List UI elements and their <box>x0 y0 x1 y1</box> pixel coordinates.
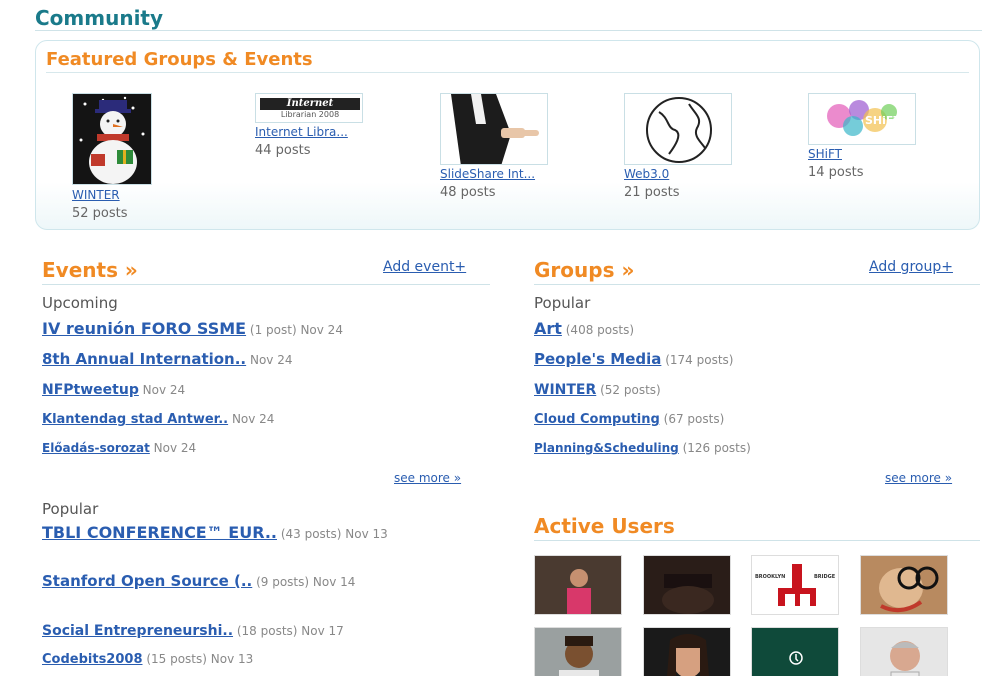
event-meta: (9 posts) Nov 14 <box>256 575 356 589</box>
event-link[interactable]: Social Entrepreneurshi.. <box>42 623 233 639</box>
event-meta: Nov 24 <box>153 441 197 455</box>
event-item[interactable]: 8th Annual Internation.. Nov 24 <box>42 350 292 368</box>
event-link[interactable]: TBLI CONFERENCE™ EUR.. <box>42 523 277 542</box>
add-group-link[interactable]: Add group+ <box>869 259 953 275</box>
event-item[interactable]: Social Entrepreneurshi.. (18 posts) Nov … <box>42 623 344 639</box>
popular-groups-label: Popular <box>534 294 591 312</box>
event-item[interactable]: Klantendag stad Antwer.. Nov 24 <box>42 412 274 427</box>
featured-item-name[interactable]: SlideShare Int... <box>440 167 535 181</box>
community-title: Community <box>35 6 164 30</box>
user-avatar-5[interactable] <box>534 627 622 676</box>
active-users-title: Active Users <box>534 514 675 538</box>
user-avatar-1[interactable] <box>534 555 622 615</box>
event-meta: (1 post) Nov 24 <box>249 323 343 337</box>
group-meta: (174 posts) <box>665 353 734 367</box>
brooklyn-bridge-avatar[interactable]: BROOKLYN BRIDGE <box>751 555 839 615</box>
group-link[interactable]: WINTER <box>534 382 596 398</box>
event-link[interactable]: NFPtweetup <box>42 382 139 398</box>
event-link[interactable]: Előadás-sorozat <box>42 441 150 455</box>
featured-item-count: 44 posts <box>255 143 311 158</box>
featured-item-name[interactable]: Internet Libra... <box>255 125 348 139</box>
community-divider <box>35 30 982 31</box>
featured-item-web3[interactable]: Web3.0 21 posts <box>624 93 764 203</box>
featured-item-winter[interactable]: WINTER 52 posts <box>72 93 212 223</box>
upcoming-label: Upcoming <box>42 294 118 312</box>
user-avatar-6[interactable] <box>643 627 731 676</box>
internet-librarian-logo[interactable]: Internet Librarian 2008 <box>255 93 363 123</box>
event-meta: Nov 24 <box>231 412 275 426</box>
group-link[interactable]: Planning&Scheduling <box>534 441 679 455</box>
shift-splash-logo[interactable]: SHiFT <box>808 93 916 145</box>
group-item[interactable]: Art (408 posts) <box>534 319 634 338</box>
logo-text: SHiFT <box>865 114 901 127</box>
event-meta: (43 posts) Nov 13 <box>280 527 388 541</box>
event-link[interactable]: Klantendag stad Antwer.. <box>42 412 228 427</box>
group-meta: (126 posts) <box>682 441 751 455</box>
group-meta: (52 posts) <box>600 383 661 397</box>
event-item[interactable]: TBLI CONFERENCE™ EUR.. (43 posts) Nov 13 <box>42 525 482 542</box>
featured-item-count: 48 posts <box>440 185 496 200</box>
event-link[interactable]: 8th Annual Internation.. <box>42 350 246 368</box>
group-item[interactable]: WINTER (52 posts) <box>534 382 661 398</box>
bridge-text: BRIDGE <box>814 574 836 580</box>
featured-item-name[interactable]: WINTER <box>72 188 120 202</box>
popular-events-label: Popular <box>42 500 99 518</box>
brooklyn-text: BROOKLYN <box>755 574 786 580</box>
handshake-image[interactable] <box>440 93 548 165</box>
event-meta: Nov 24 <box>249 353 293 367</box>
group-link[interactable]: Art <box>534 319 562 338</box>
logo-bottom-text: Librarian 2008 <box>280 110 340 119</box>
group-meta: (408 posts) <box>565 323 634 337</box>
active-users-divider <box>534 540 980 541</box>
globe-image[interactable] <box>624 93 732 165</box>
featured-item-internet-librarian[interactable]: Internet Librarian 2008 Internet Libra..… <box>255 93 395 173</box>
featured-item-name[interactable]: SHiFT <box>808 147 842 161</box>
events-title-link[interactable]: Events » <box>42 258 138 282</box>
groups-see-more-link[interactable]: see more » <box>885 471 952 485</box>
add-event-link[interactable]: Add event+ <box>383 259 466 275</box>
event-item[interactable]: Stanford Open Source (.. (9 posts) Nov 1… <box>42 574 482 590</box>
events-divider <box>42 284 490 285</box>
events-see-more-link[interactable]: see more » <box>394 471 461 485</box>
event-link[interactable]: Stanford Open Source (.. <box>42 572 252 590</box>
event-item[interactable]: NFPtweetup Nov 24 <box>42 382 185 398</box>
group-item[interactable]: Planning&Scheduling (126 posts) <box>534 441 751 455</box>
featured-groups-panel: Featured Groups & Events WINTER 52 posts <box>35 40 980 230</box>
user-avatar-7[interactable] <box>751 627 839 676</box>
featured-item-count: 14 posts <box>808 165 864 180</box>
featured-divider <box>46 72 969 73</box>
group-meta: (67 posts) <box>663 412 725 426</box>
featured-title: Featured Groups & Events <box>46 49 313 70</box>
group-item[interactable]: Cloud Computing (67 posts) <box>534 412 724 427</box>
group-link[interactable]: People's Media <box>534 350 661 368</box>
event-meta: Nov 24 <box>142 383 186 397</box>
featured-item-count: 21 posts <box>624 185 680 200</box>
featured-item-count: 52 posts <box>72 206 128 221</box>
featured-item-slideshare[interactable]: SlideShare Int... 48 posts <box>440 93 580 203</box>
groups-title-link[interactable]: Groups » <box>534 258 634 282</box>
event-link[interactable]: Codebits2008 <box>42 652 143 667</box>
event-item[interactable]: Codebits2008 (15 posts) Nov 13 <box>42 652 253 667</box>
event-item[interactable]: Előadás-sorozat Nov 24 <box>42 441 196 455</box>
event-meta: (15 posts) Nov 13 <box>146 652 254 666</box>
event-meta: (18 posts) Nov 17 <box>236 624 344 638</box>
group-link[interactable]: Cloud Computing <box>534 412 660 427</box>
event-link[interactable]: IV reunión FORO SSME <box>42 319 246 338</box>
groups-divider <box>534 284 980 285</box>
snowman-image[interactable] <box>72 93 152 185</box>
user-avatar-2[interactable] <box>643 555 731 615</box>
user-avatar-8[interactable] <box>860 627 948 676</box>
logo-top-text: Internet <box>260 98 360 110</box>
event-item[interactable]: IV reunión FORO SSME (1 post) Nov 24 <box>42 319 343 338</box>
user-avatar-glasses[interactable] <box>860 555 948 615</box>
group-item[interactable]: People's Media (174 posts) <box>534 350 733 368</box>
featured-item-shift[interactable]: SHiFT SHiFT 14 posts <box>808 93 948 193</box>
featured-item-name[interactable]: Web3.0 <box>624 167 669 181</box>
